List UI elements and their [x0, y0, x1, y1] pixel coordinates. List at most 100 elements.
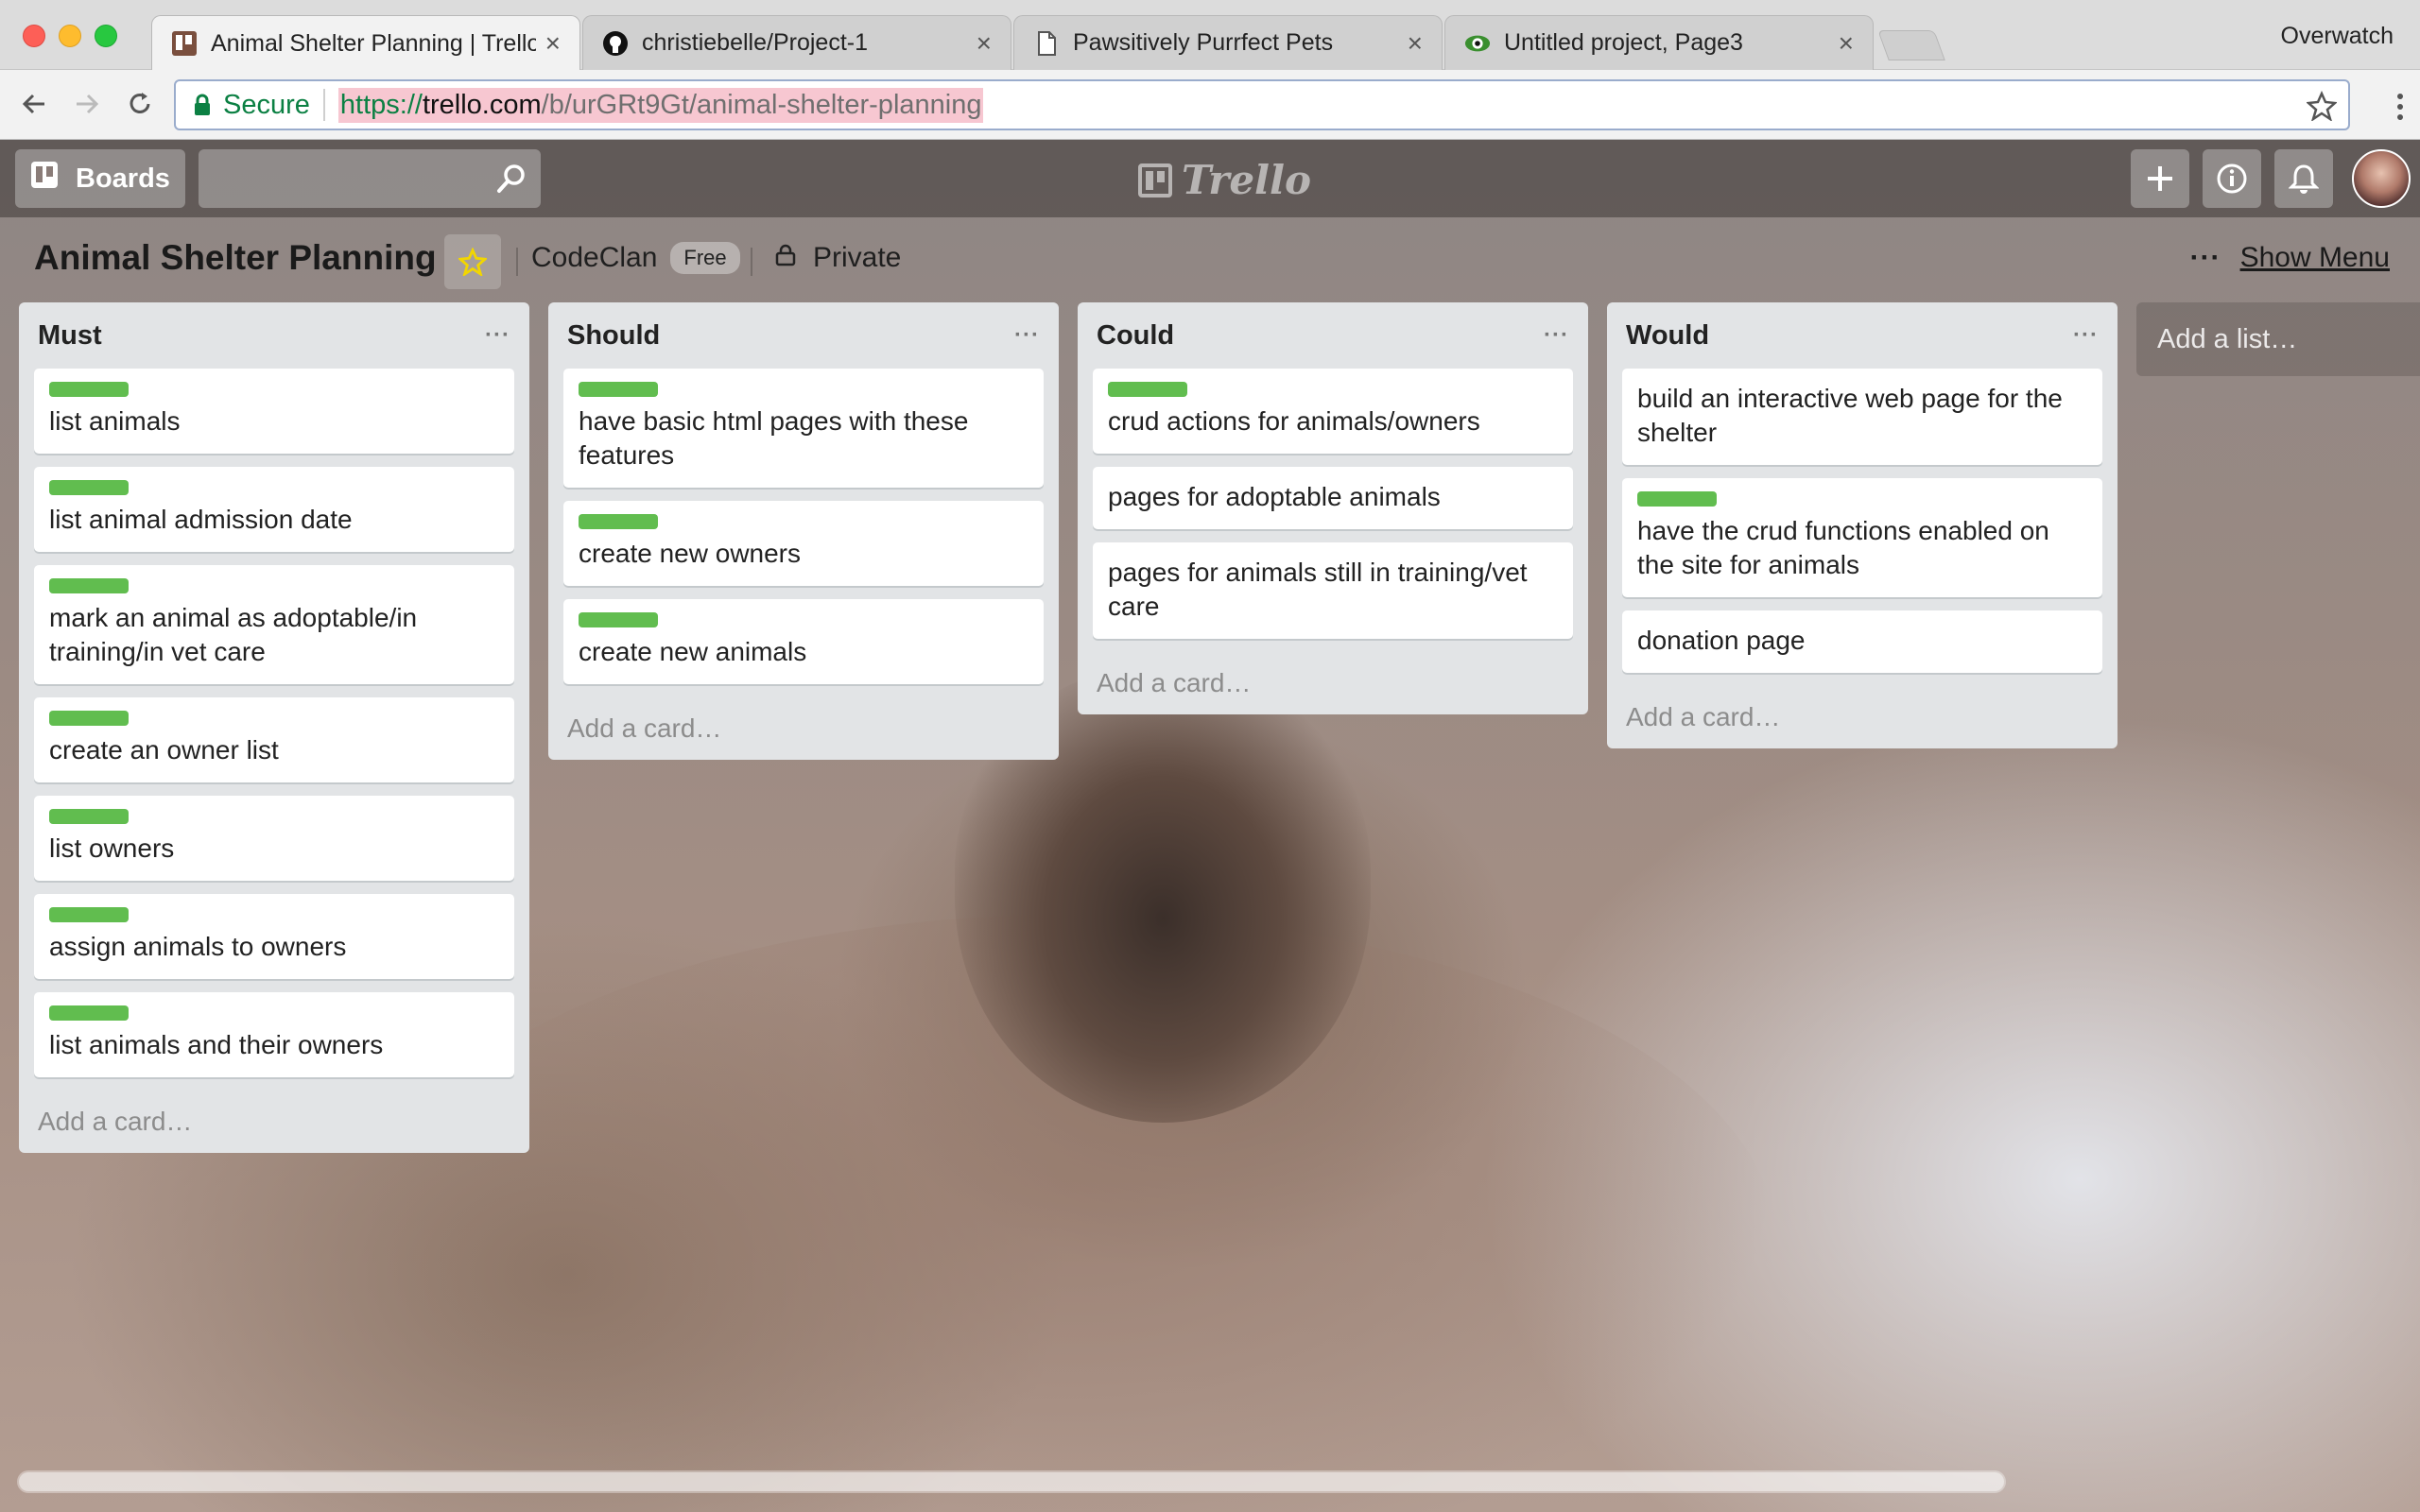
- secure-label: Secure: [223, 89, 310, 120]
- horizontal-scrollbar[interactable]: [17, 1470, 2006, 1493]
- browser-profile-name[interactable]: Overwatch: [2281, 23, 2394, 50]
- list-header: Could ···: [1093, 302, 1573, 369]
- list-card[interactable]: list animals: [34, 369, 514, 454]
- zoom-window-button[interactable]: [95, 25, 117, 47]
- card-label-green: [49, 711, 129, 726]
- back-button[interactable]: [13, 83, 55, 125]
- arrow-right-icon: [77, 94, 99, 114]
- card-title: mark an animal as adoptable/in training/…: [49, 603, 418, 666]
- tab-close-icon[interactable]: ×: [545, 28, 561, 59]
- list-card[interactable]: list animal admission date: [34, 467, 514, 552]
- list-card[interactable]: create an owner list: [34, 697, 514, 782]
- url-host: trello.com: [422, 89, 542, 120]
- header-separator: [751, 248, 752, 276]
- list-card[interactable]: donation page: [1622, 610, 2102, 673]
- list-card[interactable]: have basic html pages with these feature…: [563, 369, 1044, 488]
- card-title: have basic html pages with these feature…: [579, 406, 969, 470]
- minimize-window-button[interactable]: [59, 25, 81, 47]
- search-input[interactable]: [199, 149, 541, 208]
- card-label-green: [579, 514, 658, 529]
- browser-toolbar: Secure https://trello.com/b/urGRt9Gt/ani…: [0, 70, 2420, 140]
- list-title[interactable]: Must: [38, 320, 102, 352]
- card-title: list animal admission date: [49, 505, 353, 534]
- add-card-button[interactable]: Add a card…: [34, 1091, 514, 1153]
- trello-logo-icon: [1138, 163, 1172, 198]
- info-icon: [2217, 163, 2247, 194]
- card-label-green: [49, 809, 129, 824]
- notifications-button[interactable]: [2274, 149, 2333, 208]
- info-button[interactable]: [2203, 149, 2261, 208]
- browser-tab-untitled-project[interactable]: Untitled project, Page3 ×: [1444, 15, 1874, 70]
- list-card[interactable]: have the crud functions enabled on the s…: [1622, 478, 2102, 597]
- create-button[interactable]: [2131, 149, 2189, 208]
- list-menu-icon[interactable]: ···: [485, 322, 510, 349]
- board-title[interactable]: Animal Shelter Planning: [34, 238, 437, 278]
- list-menu-icon[interactable]: ···: [1014, 322, 1040, 349]
- url-text[interactable]: https://trello.com/b/urGRt9Gt/animal-she…: [337, 87, 984, 123]
- address-bar[interactable]: Secure https://trello.com/b/urGRt9Gt/ani…: [174, 79, 2350, 130]
- list-could: Could ··· crud actions for animals/owners p…: [1078, 302, 1588, 714]
- list-card[interactable]: create new animals: [563, 599, 1044, 684]
- bookmark-star-icon[interactable]: [2306, 90, 2338, 126]
- list-title[interactable]: Would: [1626, 320, 1709, 352]
- github-icon: [602, 30, 629, 57]
- tab-close-icon[interactable]: ×: [1408, 28, 1423, 59]
- list-card[interactable]: build an interactive web page for the sh…: [1622, 369, 2102, 465]
- lock-icon: [195, 94, 210, 115]
- card-label-green: [579, 612, 658, 627]
- card-label-green: [49, 907, 129, 922]
- scrollbar-thumb[interactable]: [19, 1472, 2004, 1491]
- browser-tab-pawsitively[interactable]: Pawsitively Purrfect Pets ×: [1013, 15, 1443, 70]
- star-board-button[interactable]: [444, 234, 501, 289]
- list-card[interactable]: pages for animals still in training/vet …: [1093, 542, 1573, 639]
- privacy-button[interactable]: Private: [775, 242, 901, 274]
- trello-header: Boards Trello: [0, 140, 2420, 217]
- browser-menu-icon[interactable]: [2395, 93, 2405, 126]
- team-button[interactable]: CodeClan Free: [531, 242, 740, 274]
- omnibox-separator: [322, 89, 325, 121]
- list-card[interactable]: assign animals to owners: [34, 894, 514, 979]
- search-icon[interactable]: [495, 163, 527, 199]
- list-would: Would ··· build an interactive web page fo…: [1607, 302, 2118, 748]
- show-menu-label: Show Menu: [2239, 242, 2390, 273]
- star-icon: [458, 248, 487, 276]
- list-card[interactable]: list animals and their owners: [34, 992, 514, 1077]
- list-title[interactable]: Could: [1097, 320, 1174, 352]
- reload-button[interactable]: [119, 83, 161, 125]
- card-title: assign animals to owners: [49, 932, 347, 961]
- list-title[interactable]: Should: [567, 320, 660, 352]
- privacy-label: Private: [813, 242, 902, 273]
- card-title: create an owner list: [49, 735, 279, 765]
- boards-button[interactable]: Boards: [15, 149, 185, 208]
- show-menu-button[interactable]: ··· Show Menu: [2190, 242, 2390, 274]
- add-card-button[interactable]: Add a card…: [563, 697, 1044, 760]
- card-label-green: [49, 382, 129, 397]
- new-tab-button[interactable]: [1877, 30, 1945, 60]
- close-window-button[interactable]: [23, 25, 45, 47]
- eye-icon: [1464, 30, 1491, 57]
- boards-label: Boards: [76, 163, 170, 194]
- list-header: Should ···: [563, 302, 1044, 369]
- forward-button[interactable]: [66, 83, 108, 125]
- more-icon: ···: [2189, 242, 2221, 273]
- list-card[interactable]: pages for adoptable animals: [1093, 467, 1573, 529]
- header-separator: [516, 248, 518, 276]
- trello-logo[interactable]: Trello: [1138, 157, 1311, 203]
- card-title: donation page: [1637, 626, 1806, 655]
- list-card[interactable]: list owners: [34, 796, 514, 881]
- avatar[interactable]: [2352, 149, 2411, 208]
- card-title: create new animals: [579, 637, 807, 666]
- add-card-button[interactable]: Add a card…: [1622, 686, 2102, 748]
- add-card-button[interactable]: Add a card…: [1093, 652, 1573, 714]
- board-header: Animal Shelter Planning CodeClan Free Pr…: [0, 217, 2420, 297]
- list-card[interactable]: crud actions for animals/owners: [1093, 369, 1573, 454]
- list-menu-icon[interactable]: ···: [2073, 322, 2099, 349]
- browser-tab-trello[interactable]: Animal Shelter Planning | Trello ×: [151, 15, 580, 71]
- list-card[interactable]: mark an animal as adoptable/in training/…: [34, 565, 514, 684]
- list-card[interactable]: create new owners: [563, 501, 1044, 586]
- add-list-button[interactable]: Add a list…: [2136, 302, 2420, 376]
- list-menu-icon[interactable]: ···: [1544, 322, 1569, 349]
- tab-close-icon[interactable]: ×: [977, 28, 992, 59]
- tab-close-icon[interactable]: ×: [1839, 28, 1854, 59]
- browser-tab-github[interactable]: christiebelle/Project-1 ×: [582, 15, 1011, 70]
